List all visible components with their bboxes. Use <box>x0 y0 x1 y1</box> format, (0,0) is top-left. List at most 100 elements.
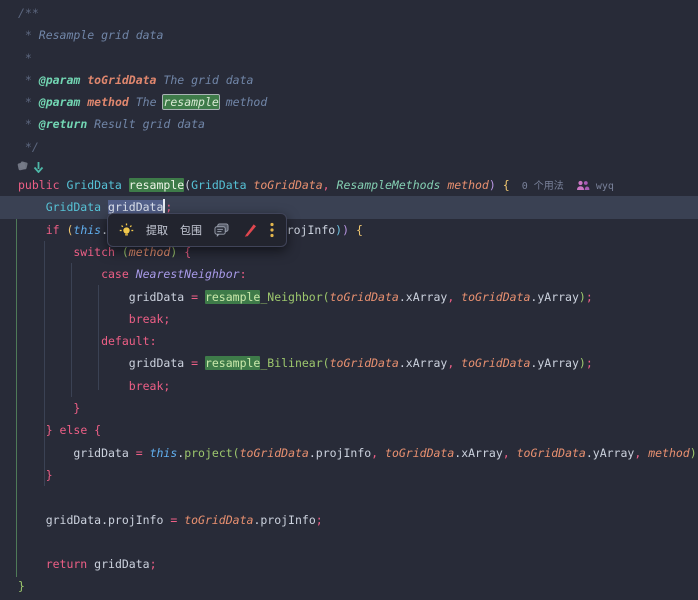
code-token: ) <box>579 356 586 370</box>
code-token: public <box>18 178 66 192</box>
code-token: ) <box>690 446 697 460</box>
navigate-down-icon[interactable] <box>33 159 44 173</box>
code-line: } <box>0 397 698 419</box>
code-token: else <box>60 423 95 437</box>
code-token: */ <box>18 140 39 154</box>
code-token: GridData <box>18 200 108 214</box>
code-token: } <box>18 468 53 482</box>
code-line: break; <box>0 308 698 330</box>
code-token: = <box>191 356 205 370</box>
code-token: break <box>18 379 163 393</box>
code-token: ; <box>163 379 170 393</box>
inlay-hint: wyq <box>590 181 614 192</box>
code-token: .yArray <box>530 290 578 304</box>
code-line: switch (method) { <box>0 241 698 263</box>
extract-button[interactable]: 提取 <box>141 218 173 242</box>
code-line: default: <box>0 330 698 352</box>
highlighter-button[interactable] <box>236 218 262 242</box>
search-occurrence-highlight: resample <box>205 290 260 304</box>
code-line: public GridData resample(GridData toGrid… <box>0 174 698 196</box>
code-token: gridData <box>94 557 149 571</box>
code-token: } <box>18 423 60 437</box>
code-token: NearestNeighbor <box>136 267 240 281</box>
code-token: .yArray <box>530 356 578 370</box>
code-token: toGridData <box>330 356 399 370</box>
code-token: ; <box>316 513 323 527</box>
comment-button[interactable] <box>209 218 234 242</box>
code-line: */ <box>0 136 698 158</box>
code-token: * <box>18 51 32 65</box>
code-token: toGridData <box>330 290 399 304</box>
inlay-hint: 0 个用法 <box>510 181 576 192</box>
editor[interactable]: /** * Resample grid data * * @param toGr… <box>0 0 698 600</box>
code-token: ; <box>150 557 157 571</box>
code-token: ( <box>323 290 330 304</box>
code-token: ) <box>579 290 586 304</box>
code-token: * <box>18 73 39 87</box>
code-token: } <box>18 401 80 415</box>
code-token: , <box>447 290 461 304</box>
code-token: case <box>18 267 136 281</box>
code-token: The grid data <box>163 73 253 87</box>
code-line: * @param toGridData The grid data <box>0 69 698 91</box>
code-token: _Bilinear <box>260 356 322 370</box>
code-token: * <box>18 28 39 42</box>
code-token: toGridData <box>253 178 322 192</box>
code-line: } <box>0 464 698 486</box>
code-token: * <box>18 117 39 131</box>
code-token: /** <box>18 6 39 20</box>
code-token: method <box>87 95 135 109</box>
search-occurrence-highlight: resample <box>163 95 218 109</box>
code-token <box>349 223 356 237</box>
code-line: /** <box>0 2 698 24</box>
code-token: ; <box>163 312 170 326</box>
code-token: gridData <box>18 290 191 304</box>
code-token: The <box>136 95 164 109</box>
code-token: { <box>94 423 101 437</box>
code-token: ( <box>233 446 240 460</box>
code-token: method <box>219 95 267 109</box>
intention-bulb-button[interactable] <box>114 218 139 242</box>
code-line: * @return Result grid data <box>0 113 698 135</box>
code-token: toGridData <box>517 446 586 460</box>
code-token: project <box>184 446 232 460</box>
code-line: * <box>0 47 698 69</box>
code-line: } else { <box>0 419 698 441</box>
code-token: switch <box>18 245 122 259</box>
code-token: GridData <box>66 178 128 192</box>
more-dots-icon <box>269 222 275 238</box>
code-token: gridData.projInfo <box>18 513 170 527</box>
code-line: gridData = resample_Bilinear(toGridData.… <box>0 352 698 374</box>
code-token: .xArray <box>454 446 502 460</box>
code-line: } <box>0 575 698 597</box>
current-line: GridData gridData; <box>0 196 698 218</box>
more-options-button[interactable] <box>264 218 280 242</box>
surround-button[interactable]: 包围 <box>175 218 207 242</box>
blank-line <box>0 486 698 508</box>
code-token <box>496 178 503 192</box>
code-token: toGridData <box>240 446 309 460</box>
code-token: toGridData <box>184 513 253 527</box>
code-token: ) <box>489 178 496 192</box>
code-token: * <box>18 95 39 109</box>
code-line: return gridData; <box>0 553 698 575</box>
red-pen-icon <box>241 223 257 237</box>
code-token: ) <box>342 223 349 237</box>
code-token: , <box>447 356 461 370</box>
code-token: .projInfo <box>253 513 315 527</box>
code-token: : <box>150 334 157 348</box>
code-token: { <box>184 245 191 259</box>
code-token: { <box>503 178 510 192</box>
code-token: ResampleMethods <box>337 178 448 192</box>
code-token: if <box>18 223 66 237</box>
code-token: .xArray <box>399 290 447 304</box>
code-token: , <box>503 446 517 460</box>
code-token: Resample grid data <box>39 28 164 42</box>
code-token: ( <box>122 245 129 259</box>
override-marker-icon[interactable] <box>16 159 29 173</box>
code-token: = <box>170 513 184 527</box>
code-token: _Neighbor <box>260 290 322 304</box>
code-token: ( <box>323 356 330 370</box>
code-token: ; <box>586 290 593 304</box>
code-token: , <box>634 446 648 460</box>
